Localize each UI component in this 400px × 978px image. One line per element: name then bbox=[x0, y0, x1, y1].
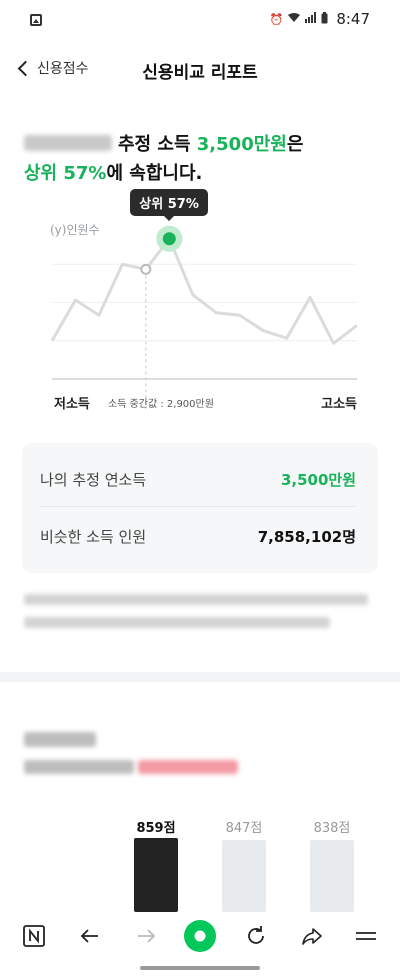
green-dot-button[interactable] bbox=[184, 920, 216, 952]
highlight-point bbox=[162, 232, 176, 246]
score-bar bbox=[222, 840, 266, 912]
wifi-icon bbox=[287, 12, 301, 26]
score-bar-mine bbox=[134, 838, 178, 912]
menu-button[interactable] bbox=[350, 920, 382, 952]
status-time: 8:47 bbox=[336, 10, 370, 28]
income-distribution-chart: (y)인원수저소득 소득 중간값 : 2,900만원 고소득 상위 57% bbox=[0, 188, 400, 426]
blurred-section-subtitle bbox=[24, 760, 238, 774]
back-nav-button[interactable] bbox=[74, 920, 106, 952]
blurred-highlight-text bbox=[138, 760, 238, 774]
share-button[interactable] bbox=[296, 920, 328, 952]
headline-line-1: 추정 소득 3,500만원은 bbox=[24, 130, 303, 159]
score-label: 838점 bbox=[313, 821, 351, 836]
income-value: 3,500만원 bbox=[196, 134, 287, 155]
page-title: 신용비교 리포트 bbox=[142, 63, 258, 83]
refresh-icon bbox=[248, 926, 264, 944]
y-axis-label: (y)인원수 bbox=[50, 223, 100, 237]
home-indicator bbox=[140, 966, 260, 970]
series-line bbox=[50, 237, 358, 345]
headline-line2-suffix: 에 속합니다. bbox=[106, 163, 203, 184]
forward-nav-button[interactable] bbox=[130, 920, 162, 952]
green-dot-icon bbox=[184, 920, 216, 952]
card-row-income: 나의 추정 연소득 3,500만원 bbox=[40, 453, 356, 507]
blurred-text bbox=[24, 760, 134, 774]
headline-line-2: 상위 57%에 속합니다. bbox=[24, 159, 303, 188]
arrow-right-icon bbox=[138, 929, 156, 943]
chart-svg: (y)인원수저소득 소득 중간값 : 2,900만원 고소득 bbox=[50, 223, 358, 412]
card-row-population: 비슷한 소득 인원 7,858,102명 bbox=[40, 509, 356, 563]
refresh-button[interactable] bbox=[240, 920, 272, 952]
status-icons: ⏰ 8:47 bbox=[270, 10, 370, 28]
status-bar: ⏰ 8:47 bbox=[0, 0, 400, 40]
rank-value: 상위 57% bbox=[24, 163, 107, 184]
share-arrow-icon bbox=[302, 928, 322, 945]
x-low-label: 저소득 bbox=[54, 397, 90, 412]
median-point bbox=[140, 263, 152, 275]
blurred-line bbox=[24, 594, 368, 605]
arrow-left-icon bbox=[80, 929, 98, 943]
naver-n-icon bbox=[23, 925, 45, 947]
score-label: 859점 bbox=[136, 821, 176, 836]
signal-icon bbox=[305, 12, 317, 26]
blurred-user-name bbox=[24, 135, 112, 151]
blurred-line bbox=[24, 617, 330, 628]
browser-bottom-nav bbox=[0, 912, 400, 958]
income-info-card: 나의 추정 연소득 3,500만원 비슷한 소득 인원 7,858,102명 bbox=[22, 443, 378, 573]
median-label: 소득 중간값 : 2,900만원 bbox=[108, 398, 214, 410]
card-label: 나의 추정 연소득 bbox=[40, 471, 147, 489]
x-high-label: 고소득 bbox=[321, 397, 357, 412]
headline: 추정 소득 3,500만원은 상위 57%에 속합니다. bbox=[24, 130, 303, 188]
card-value: 3,500만원 bbox=[280, 471, 356, 489]
section-divider bbox=[0, 672, 400, 682]
alarm-icon: ⏰ bbox=[269, 12, 284, 26]
score-bar bbox=[310, 840, 354, 912]
battery-icon bbox=[321, 11, 328, 27]
score-label: 847점 bbox=[225, 821, 263, 836]
header: 신용점수 신용비교 리포트 bbox=[0, 50, 400, 90]
card-label: 비슷한 소득 인원 bbox=[40, 527, 147, 546]
blurred-section-title bbox=[24, 732, 96, 747]
hamburger-menu-icon bbox=[356, 932, 376, 940]
headline-suffix: 은 bbox=[286, 134, 304, 155]
naver-home-button[interactable] bbox=[18, 920, 50, 952]
gallery-icon bbox=[30, 14, 42, 26]
headline-prefix: 추정 소득 bbox=[118, 134, 197, 155]
chart-tooltip: 상위 57% bbox=[130, 188, 208, 221]
blurred-disclaimer bbox=[24, 594, 374, 640]
card-value: 7,858,102명 bbox=[257, 527, 356, 546]
